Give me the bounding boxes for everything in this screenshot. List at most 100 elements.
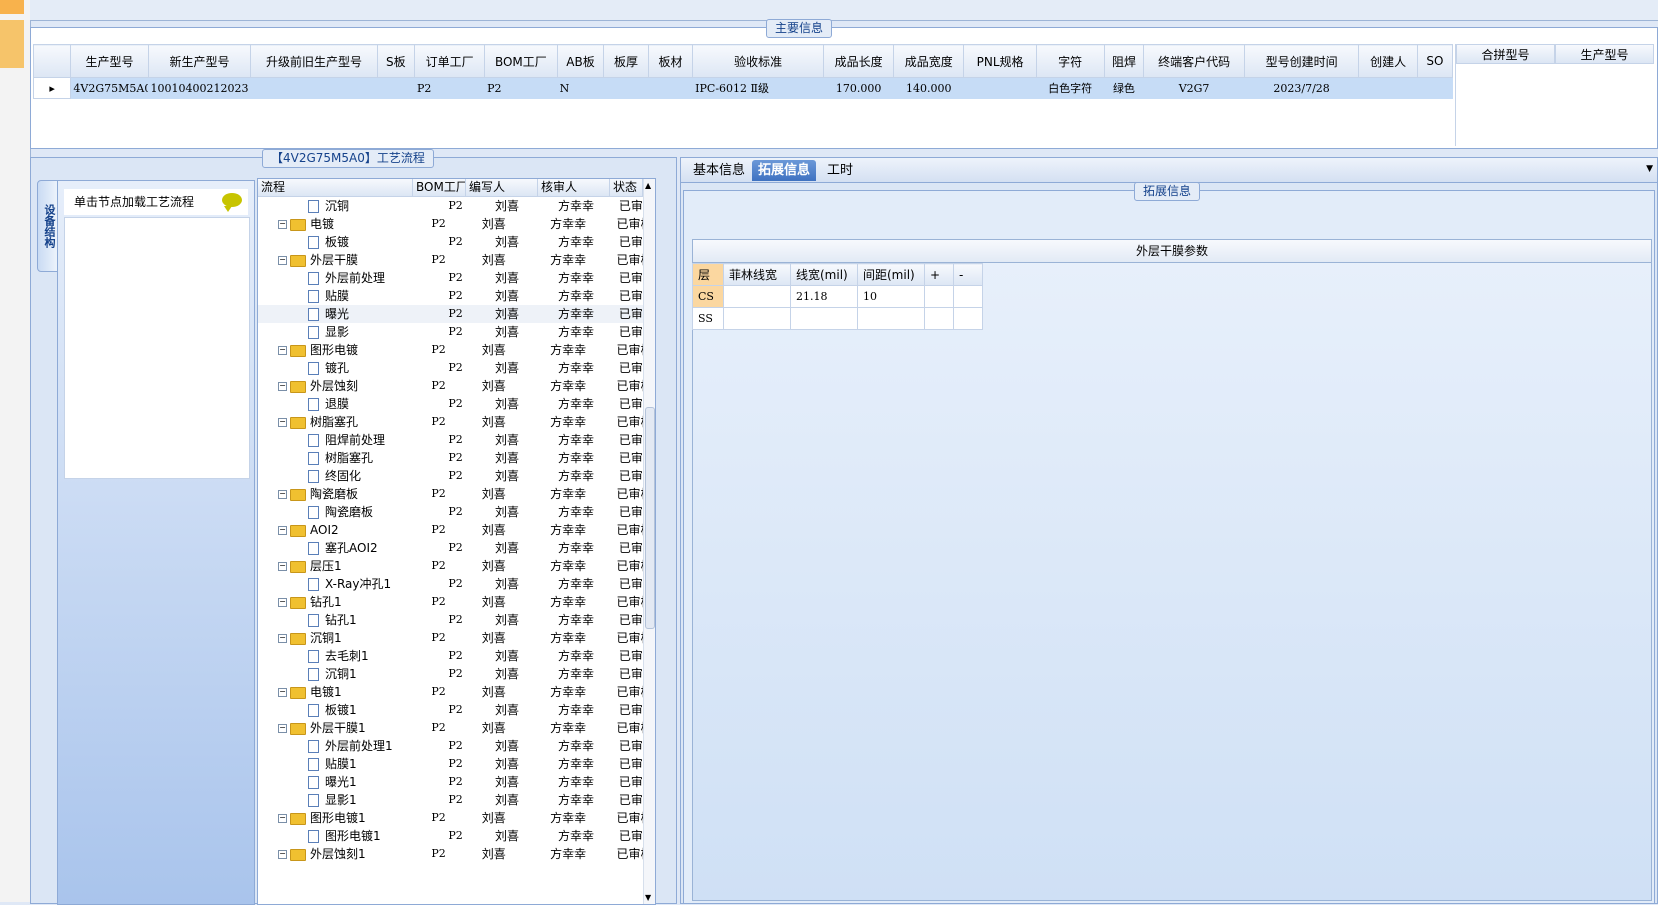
- column-header[interactable]: SO: [1416, 44, 1454, 78]
- tree-row[interactable]: − 陶瓷磨板 P2 刘喜 方幸幸 已审核: [258, 485, 643, 503]
- table-corner[interactable]: [32, 44, 72, 78]
- tree-row[interactable]: X-Ray冲孔1 P2 刘喜 方幸幸 已审核: [258, 575, 643, 593]
- column-header[interactable]: 创建人: [1358, 44, 1418, 78]
- collapse-icon[interactable]: −: [278, 598, 287, 607]
- tree-node[interactable]: − 外层干膜1: [258, 719, 424, 737]
- column-header[interactable]: 终端客户代码: [1143, 44, 1245, 78]
- collapse-icon[interactable]: −: [278, 562, 287, 571]
- scroll-up-icon[interactable]: ▲: [645, 181, 651, 190]
- column-header[interactable]: 生产型号: [70, 44, 149, 78]
- tree-row[interactable]: − 树脂塞孔 P2 刘喜 方幸幸 已审核: [258, 413, 643, 431]
- table-cell[interactable]: [648, 77, 694, 99]
- tree-node[interactable]: − 树脂塞孔: [258, 413, 424, 431]
- column-header[interactable]: BOM工厂: [484, 44, 558, 78]
- param-cell[interactable]: CS: [692, 285, 724, 308]
- tree-row[interactable]: 曝光 P2 刘喜 方幸幸 已审核: [258, 305, 643, 323]
- scroll-down-icon[interactable]: ▼: [645, 893, 651, 902]
- tree-row[interactable]: 板镀1 P2 刘喜 方幸幸 已审核: [258, 701, 643, 719]
- tree-row[interactable]: 终固化 P2 刘喜 方幸幸 已审核: [258, 467, 643, 485]
- tree-node[interactable]: − 外层蚀刻: [258, 377, 424, 395]
- table-row[interactable]: ▸ 4V2G75M5A0 10010400212023 P2 P2 N IPC-6012 Ⅱ…: [32, 77, 1454, 99]
- collapse-icon[interactable]: −: [278, 346, 287, 355]
- collapse-icon[interactable]: −: [278, 634, 287, 643]
- table-cell[interactable]: 绿色: [1104, 77, 1145, 99]
- tree-row[interactable]: 沉铜 P2 刘喜 方幸幸 已审核: [258, 197, 643, 215]
- param-row[interactable]: CS 21.18 10: [692, 285, 983, 308]
- table-cell[interactable]: IPC-6012 Ⅱ级: [692, 77, 825, 99]
- param-cell[interactable]: [723, 285, 791, 308]
- column-header[interactable]: 型号创建时间: [1243, 44, 1360, 78]
- table-cell[interactable]: [250, 77, 378, 99]
- tree-row[interactable]: − 钻孔1 P2 刘喜 方幸幸 已审核: [258, 593, 643, 611]
- tree-row[interactable]: 外层前处理1 P2 刘喜 方幸幸 已审核: [258, 737, 643, 755]
- tree-row[interactable]: − 外层干膜 P2 刘喜 方幸幸 已审核: [258, 251, 643, 269]
- column-header[interactable]: 验收标准: [692, 44, 825, 78]
- param-cell[interactable]: [924, 307, 954, 330]
- column-header[interactable]: 阻焊: [1103, 44, 1145, 78]
- tab-basic-info[interactable]: 基本信息: [687, 160, 751, 181]
- tree-node[interactable]: − 图形电镀: [258, 341, 424, 359]
- tree-row[interactable]: 钻孔1 P2 刘喜 方幸幸 已审核: [258, 611, 643, 629]
- row-marker[interactable]: ▸: [32, 77, 72, 99]
- tree-row[interactable]: − 图形电镀1 P2 刘喜 方幸幸 已审核: [258, 809, 643, 827]
- tree-row[interactable]: 板镀 P2 刘喜 方幸幸 已审核: [258, 233, 643, 251]
- tree-node[interactable]: 显影: [258, 323, 441, 341]
- tree-node[interactable]: 曝光: [258, 305, 441, 323]
- column-header[interactable]: 订单工厂: [414, 44, 486, 78]
- collapse-icon[interactable]: −: [278, 220, 287, 229]
- tree-row[interactable]: 显影 P2 刘喜 方幸幸 已审核: [258, 323, 643, 341]
- column-header[interactable]: 成品宽度: [893, 44, 965, 78]
- param-cell[interactable]: SS: [692, 307, 724, 330]
- table-cell[interactable]: 2023/7/28: [1244, 77, 1360, 99]
- process-tree[interactable]: 流程BOM工厂编写人核审人状态 沉铜P2刘喜方幸幸已审核−电镀P2刘喜方幸幸已审…: [257, 178, 656, 905]
- tree-node[interactable]: 板镀: [258, 233, 441, 251]
- tree-node[interactable]: X-Ray冲孔1: [258, 575, 441, 593]
- column-header[interactable]: 升级前旧生产型号: [250, 44, 378, 78]
- process-tree-scrollbar[interactable]: ▲ ▼: [643, 179, 655, 904]
- param-cell[interactable]: [857, 307, 925, 330]
- table-cell[interactable]: 10010400212023: [148, 77, 252, 99]
- tree-row[interactable]: − 外层干膜1 P2 刘喜 方幸幸 已审核: [258, 719, 643, 737]
- column-header[interactable]: AB板: [556, 44, 605, 78]
- tree-node[interactable]: − 沉铜1: [258, 629, 424, 647]
- param-column-header[interactable]: 间距(mil): [857, 263, 925, 286]
- table-cell[interactable]: [963, 77, 1037, 99]
- param-column-header[interactable]: 线宽(mil): [790, 263, 858, 286]
- tree-row[interactable]: − AOI2 P2 刘喜 方幸幸 已审核: [258, 521, 643, 539]
- tree-row[interactable]: − 沉铜1 P2 刘喜 方幸幸 已审核: [258, 629, 643, 647]
- scrollbar-thumb[interactable]: [645, 407, 655, 629]
- table-cell[interactable]: 140.000: [893, 77, 965, 99]
- tree-node[interactable]: 外层前处理: [258, 269, 441, 287]
- tree-node[interactable]: 沉铜: [258, 197, 441, 215]
- tree-node[interactable]: − 外层蚀刻1: [258, 845, 424, 863]
- tree-node[interactable]: 贴膜: [258, 287, 441, 305]
- tree-row[interactable]: 贴膜1 P2 刘喜 方幸幸 已审核: [258, 755, 643, 773]
- param-column-header[interactable]: 菲林线宽: [723, 263, 791, 286]
- table-cell[interactable]: [603, 77, 649, 99]
- collapse-icon[interactable]: −: [278, 850, 287, 859]
- tree-node[interactable]: 板镀1: [258, 701, 441, 719]
- param-cell[interactable]: [790, 307, 858, 330]
- tree-row[interactable]: 镀孔 P2 刘喜 方幸幸 已审核: [258, 359, 643, 377]
- tree-node[interactable]: − AOI2: [258, 521, 424, 539]
- tree-column-header[interactable]: BOM工厂: [413, 179, 466, 196]
- collapse-icon[interactable]: −: [278, 724, 287, 733]
- collapse-icon[interactable]: −: [278, 526, 287, 535]
- tree-column-header[interactable]: 编写人: [466, 179, 538, 196]
- chevron-down-icon[interactable]: ▼: [1646, 164, 1653, 174]
- column-header[interactable]: 字符: [1035, 44, 1105, 78]
- tree-row[interactable]: − 电镀1 P2 刘喜 方幸幸 已审核: [258, 683, 643, 701]
- tree-node[interactable]: 外层前处理1: [258, 737, 441, 755]
- param-column-header[interactable]: 层: [692, 263, 724, 286]
- param-row[interactable]: SS: [692, 307, 983, 330]
- table-cell[interactable]: 白色字符: [1036, 77, 1105, 99]
- tree-node[interactable]: − 电镀1: [258, 683, 424, 701]
- tree-row[interactable]: 外层前处理 P2 刘喜 方幸幸 已审核: [258, 269, 643, 287]
- tab-work-hours[interactable]: 工时: [821, 160, 859, 181]
- tree-row[interactable]: 树脂塞孔 P2 刘喜 方幸幸 已审核: [258, 449, 643, 467]
- tree-column-header[interactable]: 流程: [258, 179, 413, 196]
- tree-column-header[interactable]: 核审人: [538, 179, 610, 196]
- tree-row[interactable]: 去毛刺1 P2 刘喜 方幸幸 已审核: [258, 647, 643, 665]
- tree-node[interactable]: 树脂塞孔: [258, 449, 441, 467]
- tree-node[interactable]: 塞孔AOI2: [258, 539, 441, 557]
